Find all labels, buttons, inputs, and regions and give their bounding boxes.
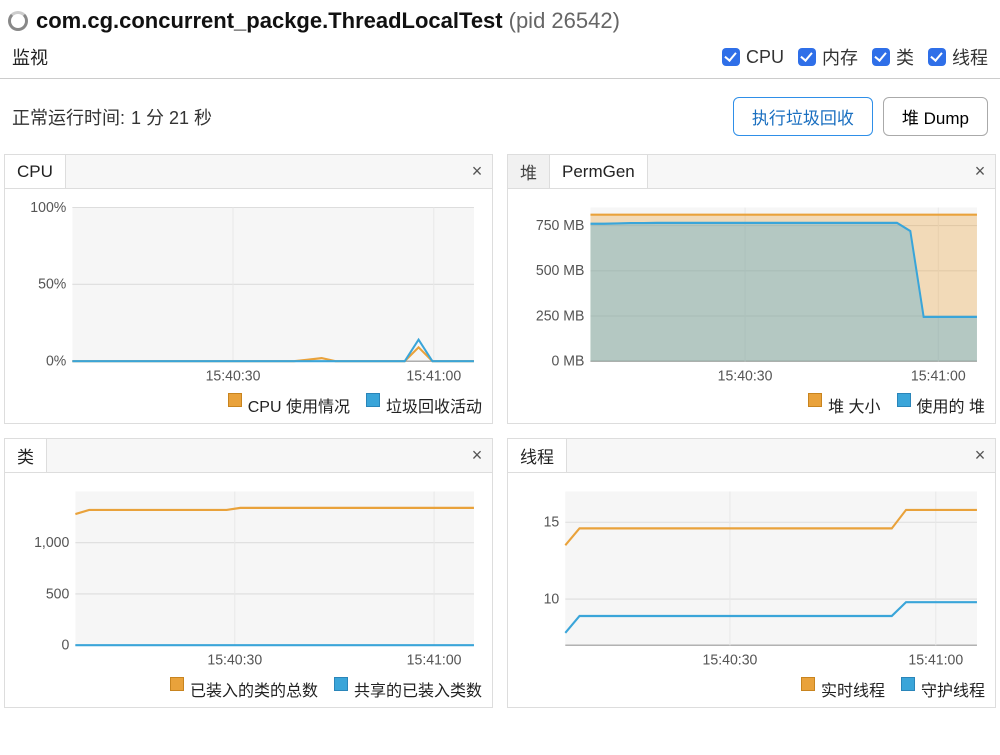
legend-swatch-orange (170, 677, 184, 691)
panel-classes-title[interactable]: 类 (5, 439, 47, 472)
svg-text:500 MB: 500 MB (536, 263, 585, 280)
monitor-sub-bar: 监视 CPU 内存 类 线程 (0, 38, 1000, 79)
classes-chart: 1,000 500 0 15:40:30 15:41:00 (17, 485, 480, 669)
close-icon[interactable]: × (462, 155, 492, 188)
perform-gc-button[interactable]: 执行垃圾回收 (733, 97, 873, 136)
svg-text:0: 0 (61, 637, 69, 654)
legend-label: 已装入的类的总数 (190, 677, 318, 701)
checkbox-icon (872, 48, 890, 66)
legend-label: 共享的已装入类数 (354, 677, 482, 701)
process-pid: (pid 26542) (509, 8, 620, 34)
panel-cpu-legend: CPU 使用情况 垃圾回收活动 (5, 389, 492, 423)
uptime-row: 正常运行时间: 1 分 21 秒 执行垃圾回收 堆 Dump (0, 79, 1000, 154)
panel-heap-legend: 堆 大小 使用的 堆 (508, 389, 995, 423)
svg-text:1,000: 1,000 (34, 535, 69, 552)
svg-text:15: 15 (544, 514, 560, 531)
panel-heap: 堆 PermGen × 750 MB 500 MB 250 MB 0 MB 15:40:… (507, 154, 996, 424)
close-icon[interactable]: × (965, 439, 995, 472)
svg-text:15:40:30: 15:40:30 (703, 652, 758, 669)
svg-text:15:41:00: 15:41:00 (911, 368, 966, 385)
title-bar: com.cg.concurrent_packge.ThreadLocalTest… (0, 0, 1000, 38)
checkbox-label: 线程 (952, 44, 988, 70)
svg-text:100%: 100% (30, 201, 66, 216)
svg-text:50%: 50% (38, 276, 66, 293)
legend-swatch-blue (334, 677, 348, 691)
checkbox-label: 内存 (822, 44, 858, 70)
panel-threads-title[interactable]: 线程 (508, 439, 567, 472)
threads-chart: 15 10 15:40:30 15:41:00 (520, 485, 983, 669)
busy-spinner-icon (8, 11, 28, 31)
legend-swatch-blue (901, 677, 915, 691)
legend-label: 垃圾回收活动 (386, 393, 482, 417)
panel-classes-legend: 已装入的类的总数 共享的已装入类数 (5, 673, 492, 707)
legend-label: 使用的 堆 (917, 393, 985, 417)
panel-threads: 线程 × 15 10 15:40:30 15:41:00 实时线程 守护线程 (507, 438, 996, 708)
checkbox-icon (722, 48, 740, 66)
svg-text:15:41:00: 15:41:00 (407, 652, 462, 669)
cpu-chart: 100% 50% 0% 15:40:30 15:41:00 (17, 201, 480, 385)
checkbox-cpu[interactable]: CPU (722, 47, 784, 68)
svg-text:15:40:30: 15:40:30 (207, 652, 262, 669)
svg-text:15:40:30: 15:40:30 (718, 368, 773, 385)
checkbox-icon (928, 48, 946, 66)
tab-heap[interactable]: 堆 (508, 155, 550, 188)
legend-swatch-orange (801, 677, 815, 691)
svg-text:500: 500 (46, 586, 70, 603)
uptime-label: 正常运行时间: (12, 104, 125, 130)
heap-chart: 750 MB 500 MB 250 MB 0 MB 15:40:30 15:41:00 (520, 201, 983, 385)
svg-text:15:41:00: 15:41:00 (908, 652, 963, 669)
panel-threads-legend: 实时线程 守护线程 (508, 673, 995, 707)
svg-text:750 MB: 750 MB (536, 217, 585, 234)
uptime-value: 1 分 21 秒 (131, 104, 212, 130)
heap-dump-button[interactable]: 堆 Dump (883, 97, 988, 136)
legend-swatch-orange (228, 393, 242, 407)
checkbox-label: 类 (896, 44, 914, 70)
legend-label: CPU 使用情况 (248, 393, 350, 417)
svg-text:0%: 0% (46, 353, 66, 370)
tab-permgen[interactable]: PermGen (550, 155, 648, 188)
svg-text:250 MB: 250 MB (536, 308, 585, 325)
close-icon[interactable]: × (462, 439, 492, 472)
process-class-name: com.cg.concurrent_packge.ThreadLocalTest (36, 8, 503, 34)
checkbox-icon (798, 48, 816, 66)
checkbox-label: CPU (746, 47, 784, 68)
legend-label: 守护线程 (921, 677, 985, 701)
checkbox-memory[interactable]: 内存 (798, 44, 858, 70)
panels-grid: CPU × 100% 50% 0% 15:40:30 15:41:00 CPU 使用情况… (0, 154, 1000, 714)
panel-cpu-title[interactable]: CPU (5, 155, 66, 188)
legend-label: 实时线程 (821, 677, 885, 701)
legend-swatch-blue (366, 393, 380, 407)
svg-text:15:40:30: 15:40:30 (206, 368, 261, 385)
close-icon[interactable]: × (965, 155, 995, 188)
legend-swatch-orange (808, 393, 822, 407)
checkbox-threads[interactable]: 线程 (928, 44, 988, 70)
svg-text:15:41:00: 15:41:00 (406, 368, 461, 385)
legend-swatch-blue (897, 393, 911, 407)
legend-label: 堆 大小 (828, 393, 880, 417)
panel-classes: 类 × 1,000 500 0 15:40:30 15:41:00 已装入的类的总数 共… (4, 438, 493, 708)
svg-text:0 MB: 0 MB (552, 353, 585, 370)
checkbox-classes[interactable]: 类 (872, 44, 914, 70)
panel-cpu: CPU × 100% 50% 0% 15:40:30 15:41:00 CPU 使用情况… (4, 154, 493, 424)
svg-text:10: 10 (544, 591, 560, 608)
tab-monitor[interactable]: 监视 (12, 44, 48, 70)
